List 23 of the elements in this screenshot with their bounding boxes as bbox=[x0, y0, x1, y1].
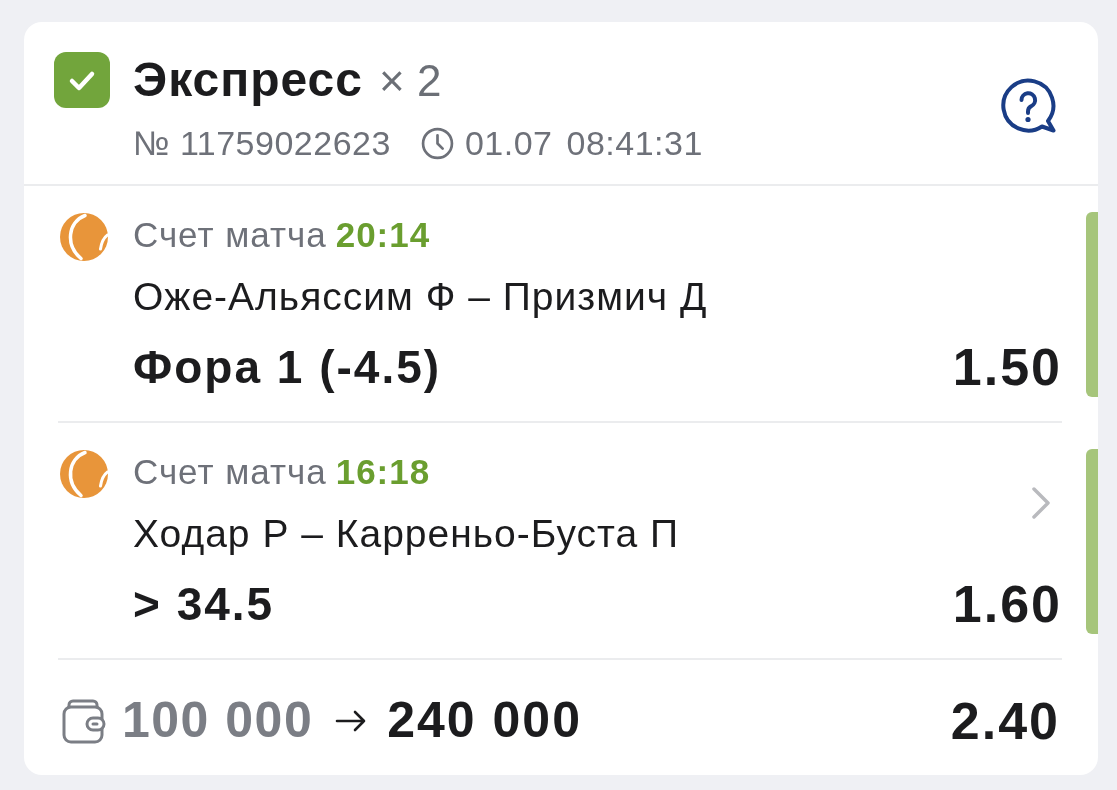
tennis-ball-icon bbox=[60, 450, 108, 498]
tennis-ball-icon bbox=[60, 213, 108, 261]
clock-icon bbox=[420, 126, 454, 160]
bet-time: 08:41:31 bbox=[566, 122, 703, 164]
bet-number: № 11759022623 bbox=[133, 122, 391, 164]
bet-title: Экспресс bbox=[133, 52, 363, 108]
bet-selection: Фора 1 (-4.5) bbox=[133, 340, 442, 395]
total-odds: 2.40 bbox=[950, 690, 1060, 752]
odds: 1.50 bbox=[952, 339, 1062, 395]
market-label: Счет матча bbox=[133, 214, 327, 256]
multiplier: × 2 bbox=[379, 55, 442, 107]
match-name: Ходар Р – Карреньо-Буста П bbox=[133, 511, 680, 557]
stake-amount: 100 000 bbox=[122, 691, 314, 750]
bet-date: 01.07 bbox=[464, 122, 553, 164]
payout-amount: 240 000 bbox=[387, 691, 582, 750]
match-score: 20:14 bbox=[335, 214, 431, 256]
odds: 1.60 bbox=[952, 576, 1062, 632]
match-name: Оже-Альяссим Ф – Призмич Д bbox=[133, 274, 708, 320]
match-score: 16:18 bbox=[335, 451, 431, 493]
bet-selection: > 34.5 bbox=[133, 577, 275, 632]
market-label: Счет матча bbox=[133, 451, 327, 493]
wallet-icon bbox=[62, 697, 106, 744]
arrow-icon bbox=[335, 708, 368, 733]
